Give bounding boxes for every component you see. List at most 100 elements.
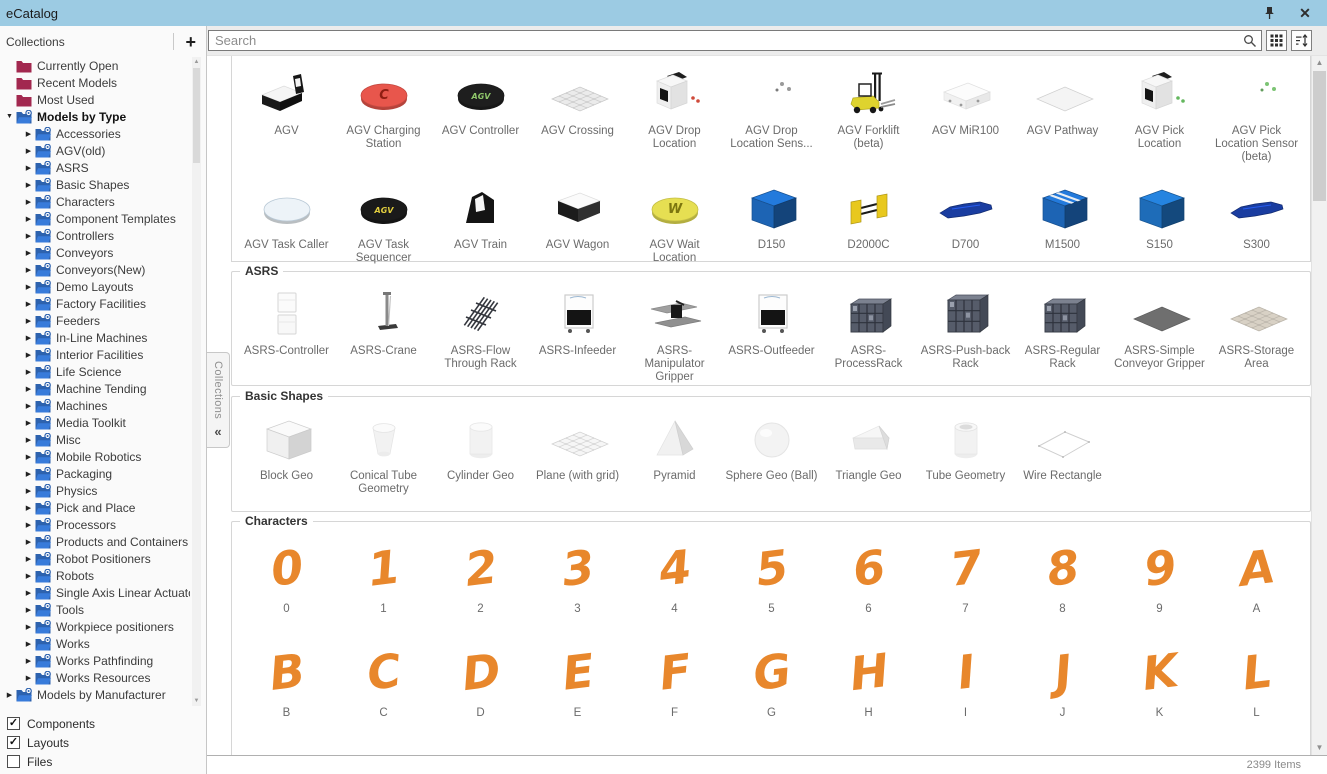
- expand-arrow-icon[interactable]: ▶: [22, 317, 35, 325]
- tree-item-pick-and-place[interactable]: ▶Pick and Place: [0, 499, 190, 516]
- tree-item-misc[interactable]: ▶Misc: [0, 431, 190, 448]
- expand-arrow-icon[interactable]: ▶: [22, 538, 35, 546]
- tree-scroll-thumb[interactable]: [193, 68, 200, 163]
- expand-arrow-icon[interactable]: ▶: [22, 419, 35, 427]
- tree-item-asrs[interactable]: ▶ASRS: [0, 159, 190, 176]
- catalog-item-char-w[interactable]: W: [1208, 742, 1305, 755]
- catalog-item-plane-with-grid[interactable]: Plane (with grid): [529, 409, 626, 496]
- catalog-item-agv-pick-location[interactable]: AGV Pick Location: [1111, 64, 1208, 164]
- catalog-item-char-r[interactable]: R: [723, 742, 820, 755]
- catalog-item-g[interactable]: GG: [723, 638, 820, 720]
- expand-arrow-icon[interactable]: ▶: [22, 402, 35, 410]
- catalog-item-asrs-processrack[interactable]: ASRS-ProcessRack: [820, 284, 917, 384]
- catalog-item-asrs-infeeder[interactable]: ASRS-Infeeder: [529, 284, 626, 384]
- add-collection-button[interactable]: +: [181, 33, 200, 51]
- content-scroll-down-icon[interactable]: ▼: [1312, 741, 1327, 755]
- collections-collapse-tab[interactable]: Collections «: [207, 352, 230, 448]
- expand-arrow-icon[interactable]: ▶: [22, 453, 35, 461]
- catalog-item-asrs-storage-area[interactable]: ASRS-Storage Area: [1208, 284, 1305, 384]
- expand-arrow-icon[interactable]: ▶: [22, 181, 35, 189]
- catalog-item-agv-drop-location-sens[interactable]: AGV Drop Location Sens...: [723, 64, 820, 164]
- sort-button[interactable]: [1291, 30, 1312, 51]
- tree-item-basic-shapes[interactable]: ▶Basic Shapes: [0, 176, 190, 193]
- tree-item-interior-facilities[interactable]: ▶Interior Facilities: [0, 346, 190, 363]
- expand-arrow-icon[interactable]: ▶: [22, 572, 35, 580]
- checkbox-files[interactable]: [7, 755, 20, 768]
- expand-arrow-icon[interactable]: ▶: [22, 215, 35, 223]
- catalog-item-char-q[interactable]: Q: [626, 742, 723, 755]
- expand-arrow-icon[interactable]: ▶: [22, 351, 35, 359]
- expand-arrow-icon[interactable]: ▶: [3, 691, 16, 699]
- tree-item-most-used[interactable]: Most Used: [0, 91, 190, 108]
- tree-scroll-up-icon[interactable]: ▲: [192, 57, 201, 67]
- search-icon[interactable]: [1239, 34, 1261, 48]
- expand-arrow-icon[interactable]: ▶: [22, 249, 35, 257]
- catalog-item-char-n[interactable]: N: [335, 742, 432, 755]
- expand-arrow-icon[interactable]: ▶: [22, 674, 35, 682]
- tree-item-machine-tending[interactable]: ▶Machine Tending: [0, 380, 190, 397]
- catalog-item-j[interactable]: JJ: [1014, 638, 1111, 720]
- catalog-item-agv-charging-station[interactable]: CAGV Charging Station: [335, 64, 432, 164]
- tree-item-conveyors[interactable]: ▶Conveyors: [0, 244, 190, 261]
- catalog-item-agv-forklift-beta[interactable]: AGV Forklift (beta): [820, 64, 917, 164]
- catalog-item-a[interactable]: AA: [1208, 534, 1305, 616]
- catalog-item-5[interactable]: 55: [723, 534, 820, 616]
- catalog-item-1[interactable]: 11: [335, 534, 432, 616]
- tree-item-robot-positioners[interactable]: ▶Robot Positioners: [0, 550, 190, 567]
- catalog-item-d700[interactable]: D700: [917, 178, 1014, 265]
- catalog-item-asrs-flow-through-rack[interactable]: ASRS-Flow Through Rack: [432, 284, 529, 384]
- catalog-item-0[interactable]: 00: [238, 534, 335, 616]
- close-icon[interactable]: ✕: [1297, 5, 1313, 21]
- tree-item-workpiece-positioners[interactable]: ▶Workpiece positioners: [0, 618, 190, 635]
- catalog-item-f[interactable]: FF: [626, 638, 723, 720]
- tree-item-models-by-manufacturer[interactable]: ▶Models by Manufacturer: [0, 686, 190, 703]
- expand-arrow-icon[interactable]: ▶: [22, 504, 35, 512]
- catalog-item-2[interactable]: 22: [432, 534, 529, 616]
- catalog-item-sphere-geo-ball[interactable]: Sphere Geo (Ball): [723, 409, 820, 496]
- catalog-item-asrs-controller[interactable]: ASRS-Controller: [238, 284, 335, 384]
- expand-arrow-icon[interactable]: ▶: [22, 147, 35, 155]
- catalog-item-agv-task-sequencer[interactable]: AGVAGV Task Sequencer: [335, 178, 432, 265]
- catalog-item-4[interactable]: 44: [626, 534, 723, 616]
- tree-item-physics[interactable]: ▶Physics: [0, 482, 190, 499]
- expand-arrow-icon[interactable]: ▶: [22, 436, 35, 444]
- catalog-item-agv-crossing[interactable]: AGV Crossing: [529, 64, 626, 164]
- tree-item-processors[interactable]: ▶Processors: [0, 516, 190, 533]
- catalog-item-char-m[interactable]: M: [238, 742, 335, 755]
- catalog-item-d[interactable]: DD: [432, 638, 529, 720]
- catalog-item-s300[interactable]: S300: [1208, 178, 1305, 265]
- catalog-item-d150[interactable]: D150: [723, 178, 820, 265]
- catalog-item-agv-pathway[interactable]: AGV Pathway: [1014, 64, 1111, 164]
- expand-arrow-icon[interactable]: ▶: [22, 589, 35, 597]
- tree-item-mobile-robotics[interactable]: ▶Mobile Robotics: [0, 448, 190, 465]
- tree-scrollbar[interactable]: ▲ ▼: [192, 57, 201, 706]
- catalog-item-char-p[interactable]: P: [529, 742, 626, 755]
- expand-arrow-icon[interactable]: ▶: [22, 164, 35, 172]
- expand-arrow-icon[interactable]: ▶: [22, 470, 35, 478]
- catalog-item-h[interactable]: HH: [820, 638, 917, 720]
- checkbox-layouts[interactable]: ✓: [7, 736, 20, 749]
- expand-arrow-icon[interactable]: ▶: [22, 555, 35, 563]
- catalog-item-k[interactable]: KK: [1111, 638, 1208, 720]
- expand-arrow-icon[interactable]: ▶: [22, 266, 35, 274]
- expand-arrow-icon[interactable]: ▶: [22, 623, 35, 631]
- tree-item-single-axis-linear-actuator[interactable]: ▶Single Axis Linear Actuator: [0, 584, 190, 601]
- search-input[interactable]: [209, 33, 1239, 48]
- tree-item-machines[interactable]: ▶Machines: [0, 397, 190, 414]
- tree-item-packaging[interactable]: ▶Packaging: [0, 465, 190, 482]
- tree-item-currently-open[interactable]: Currently Open: [0, 57, 190, 74]
- catalog-item-e[interactable]: EE: [529, 638, 626, 720]
- catalog-item-3[interactable]: 33: [529, 534, 626, 616]
- catalog-item-l[interactable]: LL: [1208, 638, 1305, 720]
- content-scroll-thumb[interactable]: [1313, 71, 1326, 201]
- catalog-item-agv-mir100[interactable]: AGV MiR100: [917, 64, 1014, 164]
- catalog-item-m1500[interactable]: M1500: [1014, 178, 1111, 265]
- expand-arrow-icon[interactable]: ▶: [22, 198, 35, 206]
- catalog-item-char-o[interactable]: O: [432, 742, 529, 755]
- catalog-item-asrs-push-back-rack[interactable]: ASRS-Push-back Rack: [917, 284, 1014, 384]
- tree-item-media-toolkit[interactable]: ▶Media Toolkit: [0, 414, 190, 431]
- catalog-item-conical-tube-geometry[interactable]: Conical Tube Geometry: [335, 409, 432, 496]
- catalog-item-tube-geometry[interactable]: Tube Geometry: [917, 409, 1014, 496]
- expand-arrow-icon[interactable]: ▶: [22, 487, 35, 495]
- catalog-item-7[interactable]: 77: [917, 534, 1014, 616]
